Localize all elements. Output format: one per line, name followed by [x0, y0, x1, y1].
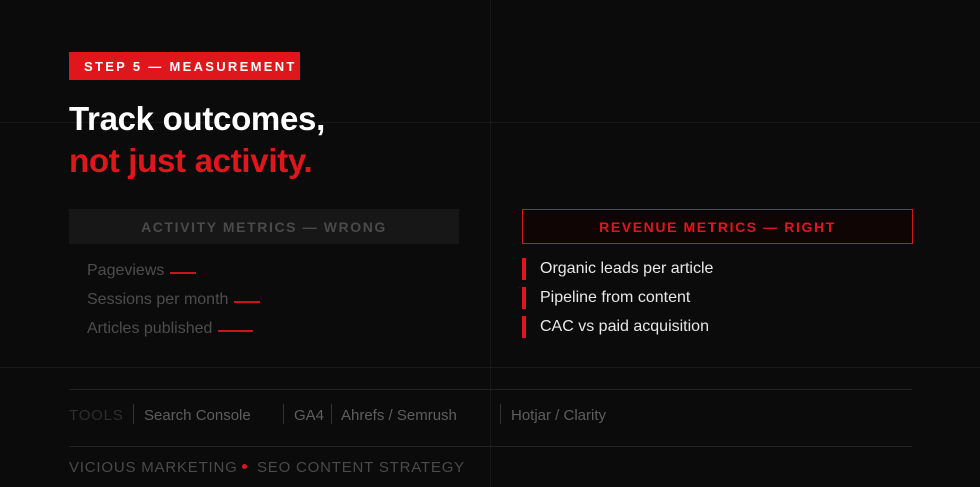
tool-separator — [331, 404, 332, 424]
wrong-metric-item: Articles published — [87, 320, 254, 338]
page-headline: Track outcomes, not just activity. — [69, 98, 325, 182]
activity-metrics-header: ACTIVITY METRICS — WRONG — [69, 209, 459, 244]
accent-bar-icon — [522, 316, 526, 338]
right-metric-label: CAC vs paid acquisition — [540, 318, 709, 335]
tools-divider-bottom — [69, 446, 912, 447]
revenue-metrics-header: REVENUE METRICS — RIGHT — [522, 209, 913, 244]
right-metric-label: Organic leads per article — [540, 260, 714, 277]
headline-line-2: not just activity. — [69, 142, 313, 179]
wrong-metric-label: Sessions per month — [87, 291, 229, 308]
strike-dash-icon — [218, 330, 254, 332]
step-label: STEP 5 — MEASUREMENT — [84, 59, 297, 74]
tool-item: Hotjar / Clarity — [511, 407, 607, 424]
right-metric-item: Organic leads per article — [522, 258, 713, 280]
right-metric-item: CAC vs paid acquisition — [522, 316, 709, 338]
tool-item: Ahrefs / Semrush — [341, 407, 457, 424]
tools-divider-top — [69, 389, 912, 390]
strike-dash-icon — [234, 301, 261, 303]
tool-item: Search Console — [144, 407, 251, 424]
footer-brand: VICIOUS MARKETING — [69, 459, 238, 476]
footer-title: SEO CONTENT STRATEGY — [257, 459, 465, 476]
tool-separator — [283, 404, 284, 424]
grid-line-vertical — [490, 0, 491, 487]
wrong-metric-item: Pageviews — [87, 262, 197, 280]
tool-separator — [500, 404, 501, 424]
tool-separator — [133, 404, 134, 424]
tool-item: GA4 — [294, 407, 325, 424]
accent-bar-icon — [522, 287, 526, 309]
strike-dash-icon — [170, 272, 197, 274]
headline-line-1: Track outcomes, — [69, 100, 325, 137]
wrong-metric-label: Pageviews — [87, 262, 165, 279]
right-metric-item: Pipeline from content — [522, 287, 690, 309]
wrong-metric-item: Sessions per month — [87, 291, 261, 309]
accent-bar-icon — [522, 258, 526, 280]
wrong-metric-label: Articles published — [87, 320, 213, 337]
right-metric-label: Pipeline from content — [540, 289, 691, 306]
tools-label: TOOLS — [69, 407, 124, 424]
grid-line-bottom — [0, 367, 980, 368]
bullet-dot-icon — [242, 464, 247, 469]
